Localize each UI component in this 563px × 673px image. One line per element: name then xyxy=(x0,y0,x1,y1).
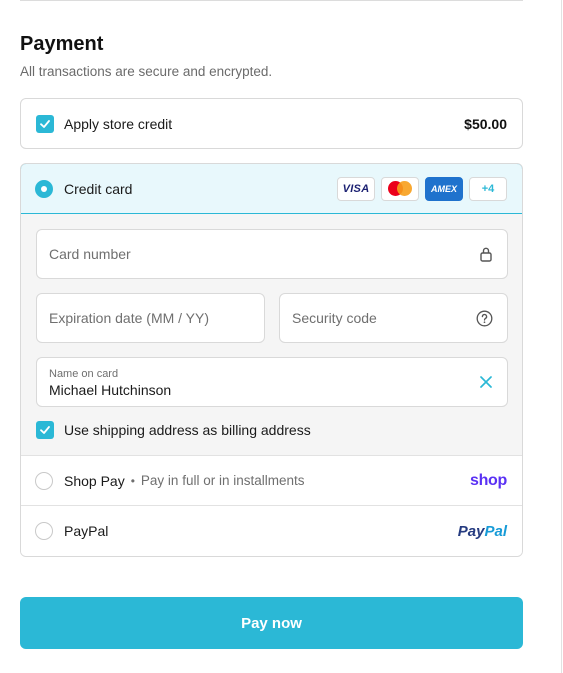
top-divider xyxy=(20,0,523,1)
separator-dot: • xyxy=(130,473,135,488)
expiration-date-field[interactable]: Expiration date (MM / YY) xyxy=(36,293,265,343)
name-on-card-value: Michael Hutchinson xyxy=(49,381,172,398)
credit-card-option[interactable]: Credit card VISA AMEX +4 xyxy=(21,164,522,214)
payment-subtitle: All transactions are secure and encrypte… xyxy=(20,64,273,79)
payment-title: Payment xyxy=(20,33,104,55)
billing-address-label: Use shipping address as billing address xyxy=(64,422,311,438)
shop-pay-radio[interactable] xyxy=(35,471,53,490)
billing-address-checkbox[interactable] xyxy=(36,421,54,439)
shop-pay-description: Pay in full or in installments xyxy=(140,473,305,488)
security-code-placeholder: Security code xyxy=(292,310,377,326)
visa-icon: VISA xyxy=(337,176,375,201)
mastercard-icon xyxy=(381,176,419,201)
shop-pay-logo: shop xyxy=(469,471,507,489)
checkmark-icon xyxy=(40,426,50,434)
clear-icon[interactable] xyxy=(479,375,493,389)
security-code-field[interactable]: Security code xyxy=(279,293,508,343)
name-on-card-field[interactable]: Name on card Michael Hutchinson xyxy=(36,357,508,407)
payment-methods: Credit card VISA AMEX +4 Card number Exp… xyxy=(20,163,523,557)
store-credit-checkbox[interactable] xyxy=(36,114,54,133)
credit-card-label: Credit card xyxy=(64,180,133,197)
shop-pay-label: Shop Pay xyxy=(64,472,125,489)
help-icon[interactable] xyxy=(476,310,493,327)
billing-address-option[interactable]: Use shipping address as billing address xyxy=(36,421,311,439)
store-credit-label: Apply store credit xyxy=(64,115,173,132)
pay-now-button[interactable]: Pay now xyxy=(20,597,523,649)
credit-card-radio[interactable] xyxy=(35,179,53,198)
name-on-card-label: Name on card xyxy=(49,367,119,380)
more-brands-badge[interactable]: +4 xyxy=(469,176,507,201)
shop-pay-option[interactable]: Shop Pay • Pay in full or in installment… xyxy=(21,456,522,506)
store-credit-amount: $50.00 xyxy=(464,115,507,132)
right-column-rule xyxy=(561,0,562,673)
paypal-radio[interactable] xyxy=(35,522,53,540)
store-credit-option[interactable]: Apply store credit $50.00 xyxy=(20,98,523,149)
expiration-placeholder: Expiration date (MM / YY) xyxy=(49,310,210,326)
checkmark-icon xyxy=(40,119,50,128)
paypal-option[interactable]: PayPal PayPal xyxy=(21,506,522,556)
paypal-label: PayPal xyxy=(64,523,109,539)
paypal-logo: PayPal xyxy=(457,522,507,540)
card-brands: VISA AMEX +4 xyxy=(337,176,507,201)
card-number-placeholder: Card number xyxy=(49,246,131,262)
credit-card-form: Card number Expiration date (MM / YY) Se… xyxy=(21,214,522,456)
lock-icon xyxy=(479,246,493,262)
card-number-field[interactable]: Card number xyxy=(36,229,508,279)
amex-icon: AMEX xyxy=(425,176,463,201)
